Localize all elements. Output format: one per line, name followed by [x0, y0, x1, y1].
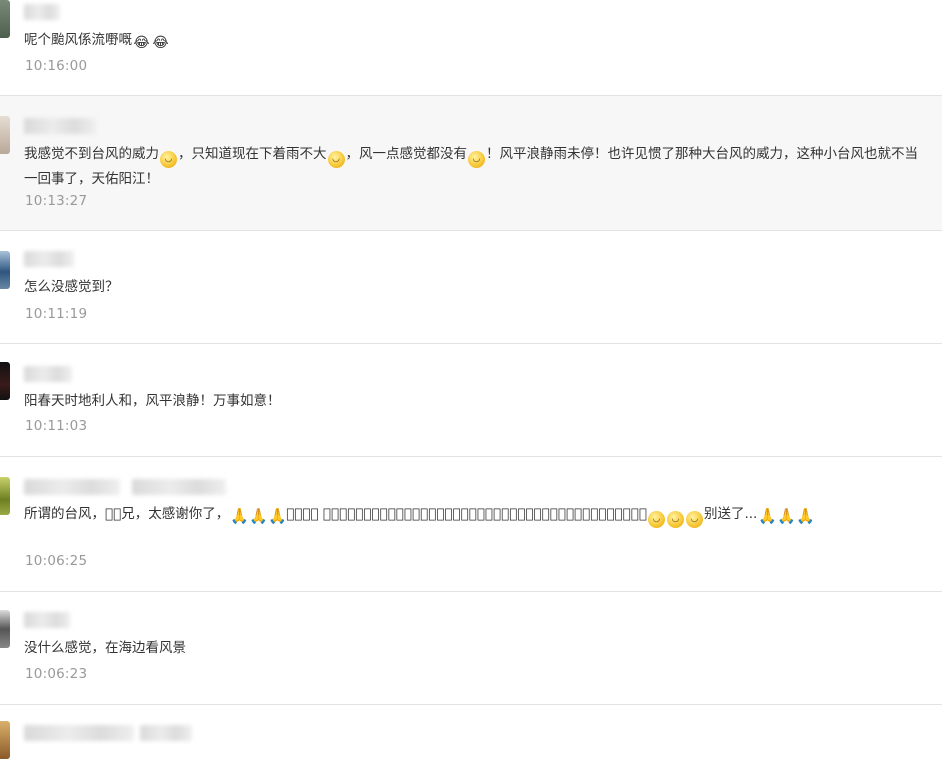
comment-item: 怎么没感觉到？ 10:11:19	[0, 231, 942, 344]
blush-emoji-icon: ◡	[647, 511, 665, 528]
comment-time: 10:06:23	[25, 666, 88, 682]
smile-emoji-icon: ◡	[160, 151, 177, 168]
comment-time: 10:13:27	[25, 193, 88, 209]
comment-item: 阳春天时地利人和，风平浪静！万事如意！ 10:11:03	[0, 344, 942, 457]
avatar[interactable]	[0, 0, 10, 38]
smile-emoji-icon: ◡	[468, 151, 485, 168]
pray-emoji-icon: 🙏	[268, 507, 287, 525]
comment-item	[0, 705, 942, 765]
username-blurred[interactable]	[24, 366, 72, 382]
avatar[interactable]	[0, 721, 10, 759]
avatar[interactable]	[0, 477, 10, 515]
username-blurred-secondary	[132, 479, 226, 495]
username-blurred-secondary	[140, 725, 192, 741]
laugh-cry-emoji-icon: 😂	[133, 35, 150, 51]
pray-emoji-icon: 🙏	[777, 507, 797, 525]
username-blurred[interactable]	[24, 479, 120, 495]
comment-text: 所谓的台风，𩙪𩙪兄，太感谢你了，🙏🙏🙏𩙪𩙪兄， 阳江贵地不是你想来就来地方，谢谢…	[24, 503, 930, 528]
username-blurred[interactable]	[24, 725, 134, 741]
comment-time: 10:11:19	[25, 306, 88, 322]
comment-time: 10:06:25	[25, 553, 88, 569]
comment-text: 阳春天时地利人和，风平浪静！万事如意！	[24, 393, 281, 409]
comment-text: 怎么没感觉到？	[24, 279, 119, 295]
comment-item: 呢个颱风係流嘢嘅😂 😂 10:16:00	[0, 0, 942, 96]
laugh-cry-emoji-icon: 😂	[152, 35, 169, 51]
username-blurred[interactable]	[24, 118, 96, 134]
comment-time: 10:16:00	[25, 58, 88, 74]
comment-item: 我感觉不到台风的威力 ◡ ，只知道现在下着雨不大 ◡ ，风一点感觉都没有 ◡ ！风平浪静雨未…	[0, 96, 942, 231]
avatar[interactable]	[0, 610, 10, 648]
username-blurred[interactable]	[24, 4, 60, 20]
pray-emoji-icon: 🙏	[758, 507, 778, 525]
blush-emoji-icon: ◡	[666, 511, 684, 528]
comment-item: 所谓的台风，𩙪𩙪兄，太感谢你了，🙏🙏🙏𩙪𩙪兄， 阳江贵地不是你想来就来地方，谢谢…	[0, 457, 942, 592]
pray-emoji-icon: 🙏	[249, 507, 268, 525]
smile-emoji-icon: ◡	[327, 151, 345, 168]
avatar[interactable]	[0, 362, 10, 400]
pray-emoji-icon: 🙏	[230, 507, 249, 525]
comment-text: 没什么感觉，在海边看风景	[24, 640, 186, 656]
comment-time: 10:11:03	[25, 418, 88, 434]
username-blurred[interactable]	[24, 612, 70, 628]
comment-text: 我感觉不到台风的威力 ◡ ，只知道现在下着雨不大 ◡ ，风一点感觉都没有 ◡ ！风平浪静雨未…	[24, 146, 918, 187]
pray-emoji-icon: 🙏	[796, 507, 816, 525]
comment-text: 呢个颱风係流嘢嘅😂 😂	[24, 32, 169, 51]
username-blurred[interactable]	[24, 251, 74, 267]
avatar[interactable]	[0, 116, 10, 154]
avatar[interactable]	[0, 251, 10, 289]
comment-item: 没什么感觉，在海边看风景 10:06:23	[0, 592, 942, 705]
blush-emoji-icon: ◡	[685, 511, 703, 528]
